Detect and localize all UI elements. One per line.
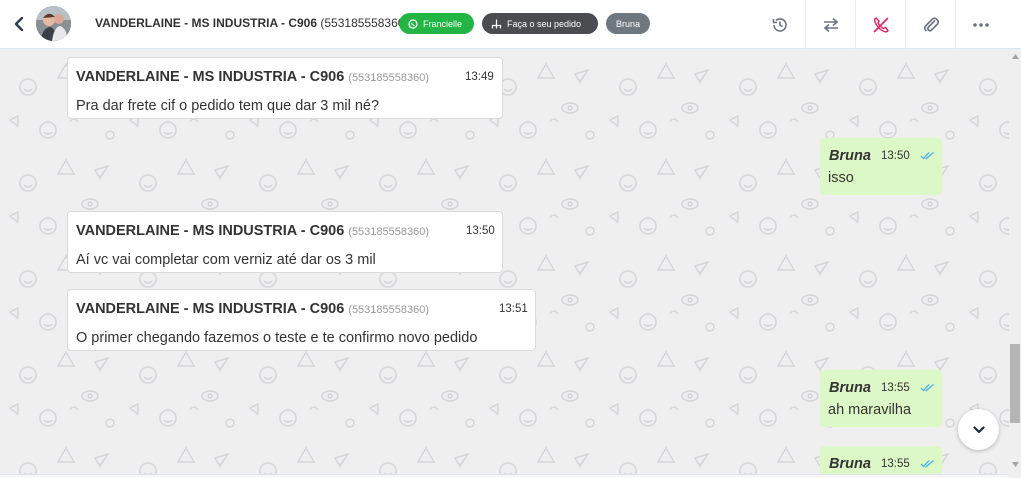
chevron-down-icon	[972, 425, 985, 433]
sender-phone: (553185558360)	[348, 226, 430, 238]
read-check-icon	[920, 460, 934, 468]
message-time: 13:55	[881, 382, 910, 394]
sender-name: VANDERLAINE - MS INDUSTRIA - C906	[76, 301, 345, 317]
whatsapp-channel-chip[interactable]: Francielle	[399, 13, 474, 34]
contact-name: VANDERLAINE - MS INDUSTRIA - C906	[95, 16, 318, 30]
end-call-button[interactable]	[855, 0, 905, 49]
message-sender: Bruna	[829, 148, 871, 164]
message-sender: Bruna	[829, 380, 871, 396]
read-check-icon	[920, 152, 934, 160]
sender-name: VANDERLAINE - MS INDUSTRIA - C906	[76, 69, 345, 85]
more-button[interactable]	[955, 0, 1005, 49]
message-text: Aí vc vai completar com verniz até dar o…	[76, 252, 376, 268]
message-text: isso	[828, 170, 854, 186]
scroll-up-arrow-icon[interactable]	[1012, 54, 1019, 59]
end-call-icon	[872, 16, 889, 33]
more-icon	[972, 22, 989, 27]
attachment-icon	[923, 16, 939, 32]
composer-edge	[0, 474, 1009, 478]
scroll-down-arrow-icon[interactable]	[1012, 462, 1019, 467]
message-text: ah maravilha	[828, 402, 912, 418]
chip-label: Bruna	[616, 18, 641, 29]
attachment-button[interactable]	[905, 0, 955, 49]
avatar[interactable]	[36, 6, 71, 41]
sender-phone: (553185558360)	[348, 304, 430, 316]
incoming-message[interactable]: VANDERLAINE - MS INDUSTRIA - C906 (553185…	[67, 289, 536, 351]
message-sender: Bruna	[829, 456, 871, 472]
message-time: 13:51	[499, 303, 528, 315]
transfer-button[interactable]	[805, 0, 855, 49]
scroll-to-bottom-button[interactable]	[958, 409, 999, 450]
incoming-message[interactable]: VANDERLAINE - MS INDUSTRIA - C906 (553185…	[67, 211, 503, 273]
flow-icon	[491, 19, 502, 28]
message-time: 13:49	[465, 71, 494, 83]
sender-phone: (553185558360)	[348, 72, 430, 84]
agent-chip[interactable]: Bruna	[606, 13, 650, 34]
chip-label: Francielle	[423, 18, 463, 29]
history-icon	[772, 17, 787, 32]
outgoing-message[interactable]: Bruna 13:50 isso	[820, 138, 942, 195]
chip-label: Faça o seu pedido	[507, 18, 582, 29]
whatsapp-icon	[408, 18, 418, 29]
message-time: 13:50	[466, 225, 495, 237]
contact-title: VANDERLAINE - MS INDUSTRIA - C906 (55318…	[95, 16, 408, 30]
message-sender: VANDERLAINE - MS INDUSTRIA - C906 (553185…	[76, 301, 429, 317]
message-time: 13:55	[881, 458, 910, 470]
message-list[interactable]: VANDERLAINE - MS INDUSTRIA - C906 (553185…	[0, 50, 1021, 478]
flow-chip[interactable]: Faça o seu pedido	[482, 13, 598, 34]
back-chevron-icon[interactable]	[11, 15, 27, 33]
contact-phone: (553185558360)	[320, 16, 409, 30]
sender-name: VANDERLAINE - MS INDUSTRIA - C906	[76, 223, 345, 239]
outgoing-message[interactable]: Bruna 13:55 ah maravilha	[820, 370, 942, 427]
transfer-icon	[823, 17, 838, 32]
message-text: Pra dar frete cif o pedido tem que dar 3…	[76, 98, 380, 114]
incoming-message[interactable]: VANDERLAINE - MS INDUSTRIA - C906 (553185…	[67, 57, 503, 119]
message-time: 13:50	[881, 150, 910, 162]
chat-header: VANDERLAINE - MS INDUSTRIA - C906 (55318…	[0, 0, 1021, 49]
message-sender: VANDERLAINE - MS INDUSTRIA - C906 (553185…	[76, 69, 429, 85]
history-button[interactable]	[755, 0, 805, 49]
message-sender: VANDERLAINE - MS INDUSTRIA - C906 (553185…	[76, 223, 429, 239]
scrollbar-thumb[interactable]	[1010, 344, 1020, 423]
message-text: O primer chegando fazemos o teste e te c…	[76, 330, 478, 346]
read-check-icon	[920, 384, 934, 392]
